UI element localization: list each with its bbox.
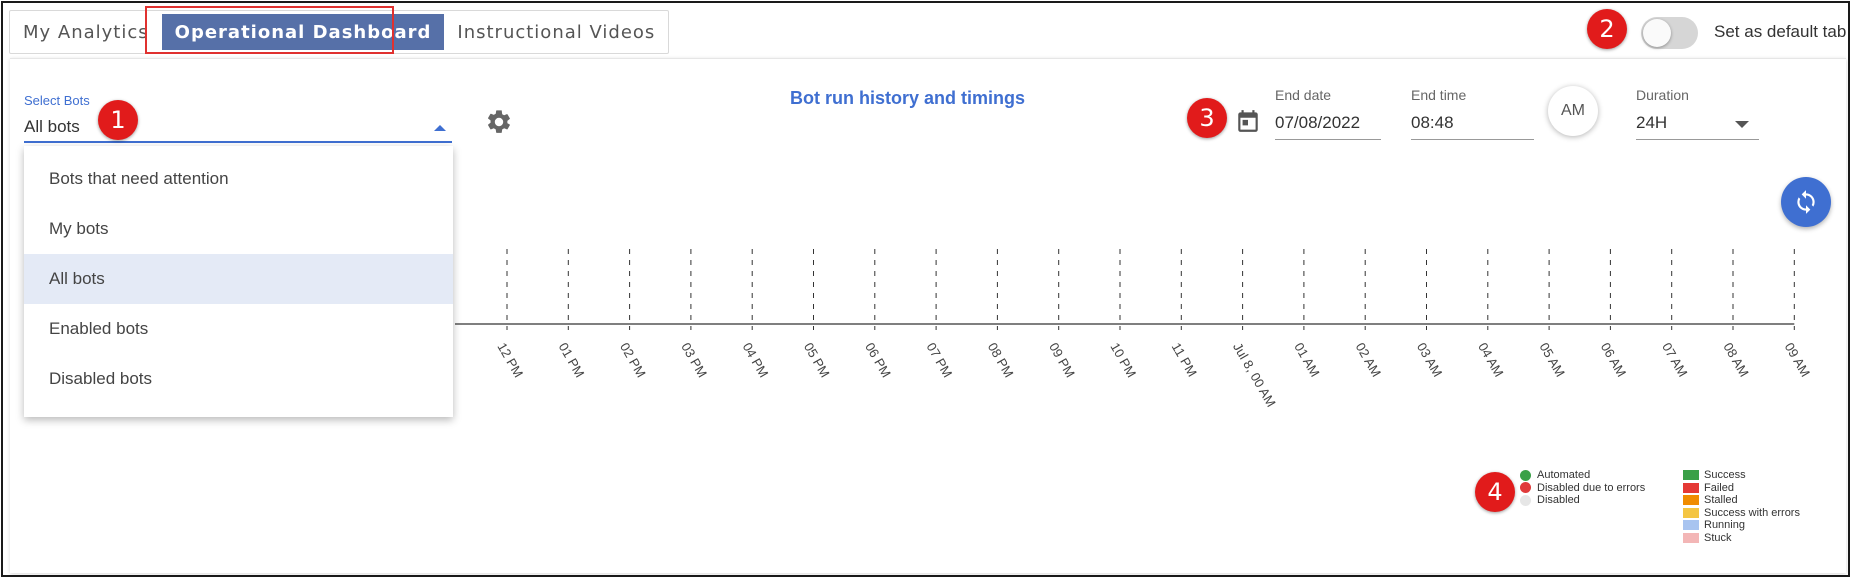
select-bots-value[interactable]: All bots xyxy=(24,113,452,143)
refresh-icon xyxy=(1797,190,1815,214)
end-time-label: End time xyxy=(1411,87,1467,103)
duration-label: Duration xyxy=(1636,87,1689,103)
legend-item: Success with errors xyxy=(1683,507,1800,520)
chevron-down-icon[interactable] xyxy=(1735,121,1749,128)
active-tab-highlight xyxy=(145,6,394,54)
tab-instructional-videos[interactable]: Instructional Videos xyxy=(444,11,668,53)
toggle-knob xyxy=(1643,19,1671,47)
duration-value: 24H xyxy=(1636,113,1668,132)
caret-up-icon[interactable] xyxy=(434,125,446,131)
legend-item: Running xyxy=(1683,519,1800,532)
callout-badge-2: 2 xyxy=(1587,9,1627,49)
legend-item: Disabled xyxy=(1520,494,1645,507)
duration-select[interactable]: 24H xyxy=(1636,113,1759,140)
select-bots-field[interactable]: Select Bots All bots xyxy=(24,93,452,143)
am-pm-button[interactable]: AM xyxy=(1548,86,1598,136)
end-time-field[interactable]: End time 08:48 xyxy=(1411,87,1534,140)
option-disabled-bots[interactable]: Disabled bots xyxy=(24,354,453,404)
bots-dropdown-menu: Bots that need attention My bots All bot… xyxy=(24,146,453,417)
calendar-icon[interactable] xyxy=(1235,107,1261,135)
legend-item: Failed xyxy=(1683,482,1800,495)
option-my-bots[interactable]: My bots xyxy=(24,204,453,254)
default-tab-label: Set as default tab xyxy=(1714,22,1847,41)
callout-badge-1: 1 xyxy=(98,100,138,140)
legend-item: Success xyxy=(1683,469,1800,482)
duration-field[interactable]: Duration 24H xyxy=(1636,87,1759,140)
default-tab-toggle[interactable] xyxy=(1641,17,1698,49)
end-time-input[interactable]: 08:48 xyxy=(1411,113,1534,140)
callout-badge-4: 4 xyxy=(1475,472,1515,512)
callout-badge-3: 3 xyxy=(1187,98,1227,138)
run-status-legend: Success Failed Stalled Success with erro… xyxy=(1683,469,1800,544)
tab-my-analytics[interactable]: My Analytics xyxy=(10,11,162,53)
option-all-bots[interactable]: All bots xyxy=(24,254,453,304)
refresh-button[interactable] xyxy=(1781,177,1831,227)
option-bots-need-attention[interactable]: Bots that need attention xyxy=(24,154,453,204)
option-enabled-bots[interactable]: Enabled bots xyxy=(24,304,453,354)
status-legend: Automated Disabled due to errors Disable… xyxy=(1520,469,1645,507)
end-date-field[interactable]: End date 07/08/2022 xyxy=(1275,87,1381,140)
end-date-input[interactable]: 07/08/2022 xyxy=(1275,113,1381,140)
select-bots-text: All bots xyxy=(24,117,80,136)
end-date-label: End date xyxy=(1275,87,1332,103)
legend-item: Disabled due to errors xyxy=(1520,482,1645,495)
legend-item: Stuck xyxy=(1683,532,1800,545)
gear-icon[interactable] xyxy=(485,108,513,136)
legend-item: Stalled xyxy=(1683,494,1800,507)
legend-item: Automated xyxy=(1520,469,1645,482)
chart-title: Bot run history and timings xyxy=(789,88,1025,108)
select-bots-label: Select Bots xyxy=(24,93,90,108)
